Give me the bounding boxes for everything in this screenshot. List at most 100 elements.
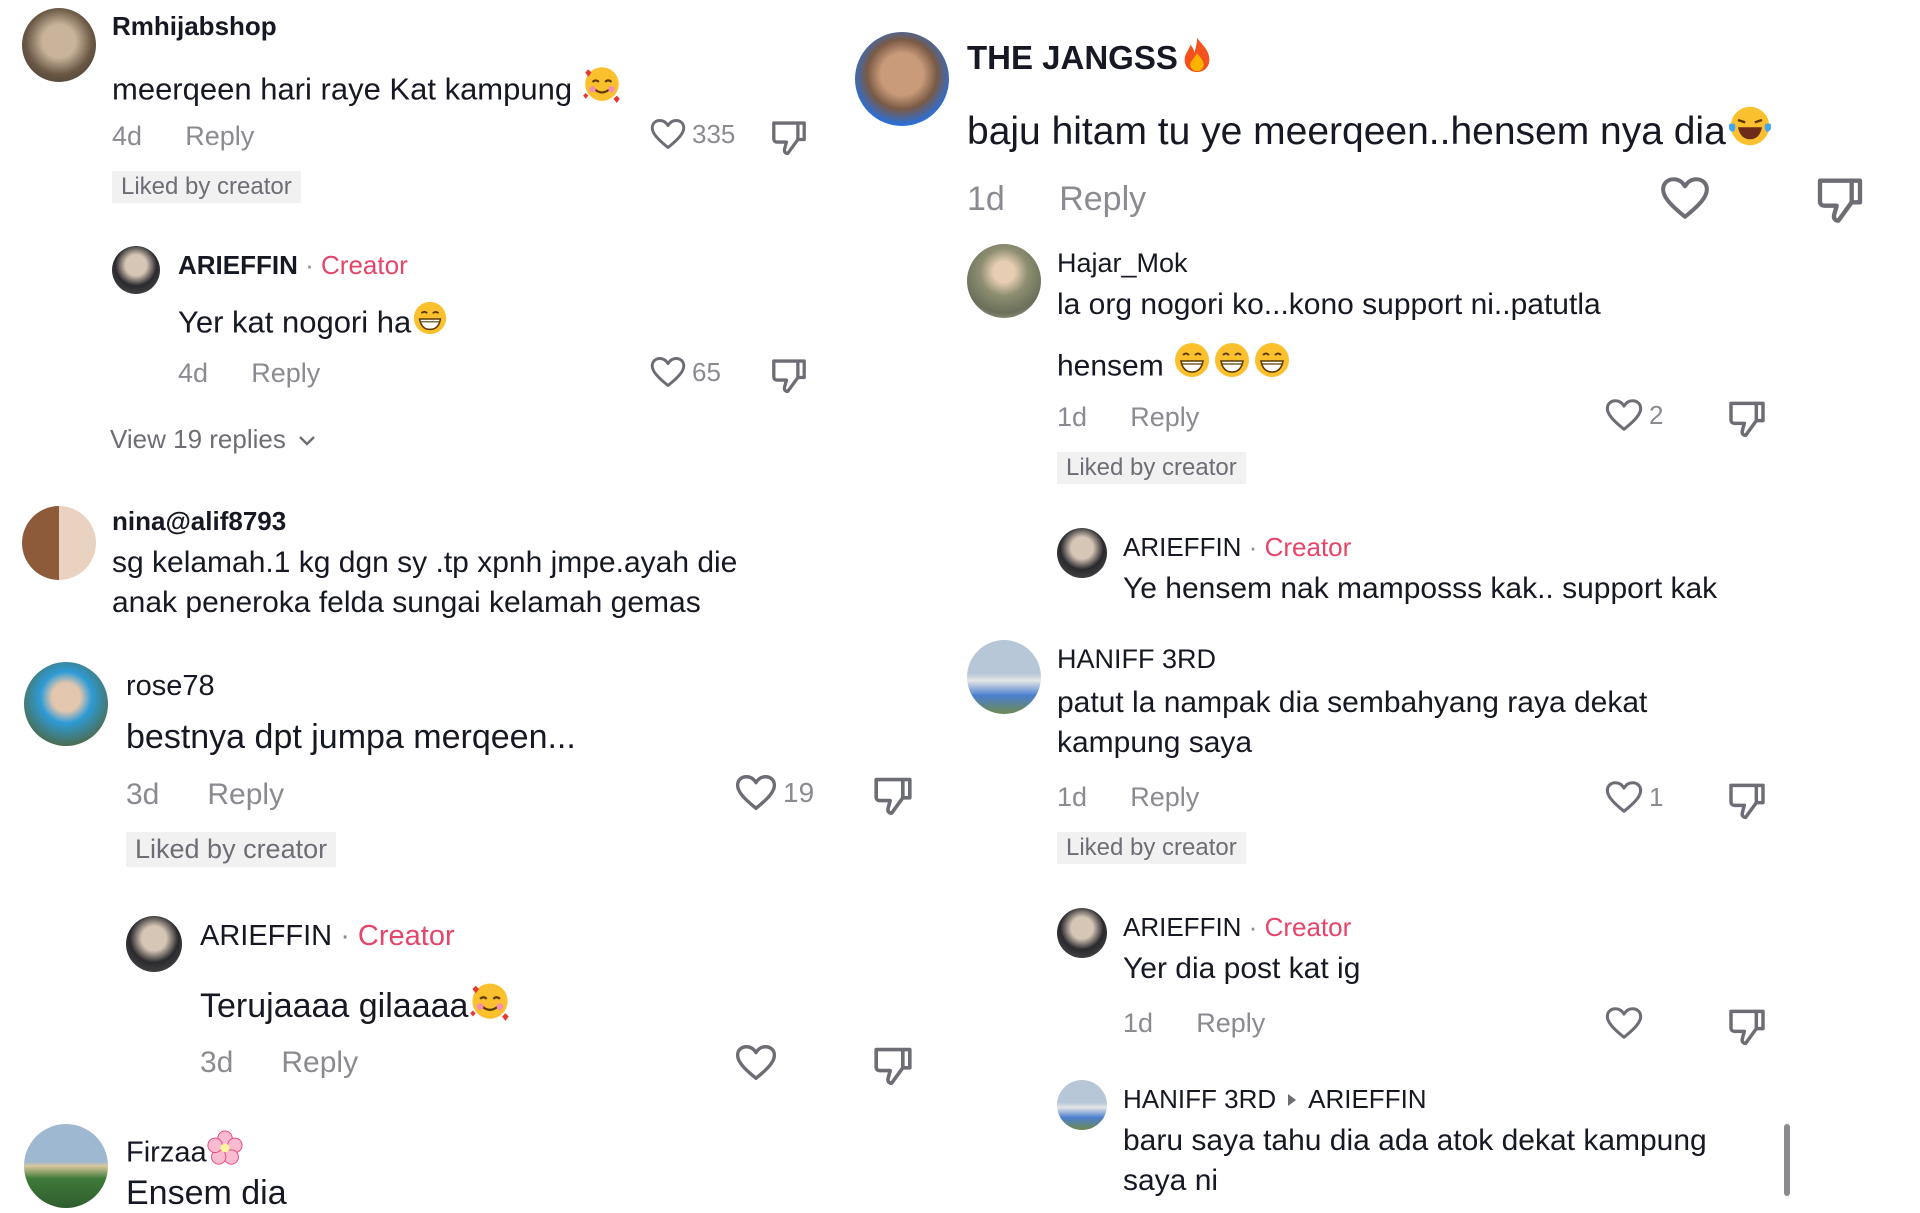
comment-username[interactable]: Rmhijabshop (112, 11, 277, 42)
avatar[interactable] (22, 506, 96, 580)
reply-text: Yer kat nogori ha (178, 299, 449, 340)
comment-text-line-2: hensem (1057, 340, 1292, 384)
smiling-face-with-hearts-icon (468, 978, 512, 1022)
creator-tag: Creator (1264, 532, 1352, 562)
reply-button[interactable]: Reply (185, 121, 254, 151)
avatar[interactable] (967, 640, 1041, 714)
heart-outline-icon (735, 774, 777, 811)
reply-text: Yer dia post kat ig (1123, 952, 1361, 985)
thumbs-down-icon[interactable] (770, 118, 808, 156)
comment-text: Ensem dia (126, 1174, 287, 1212)
comment-meta: 1d Reply (967, 180, 1146, 219)
reply-text-line-1: baru saya tahu dia ada atok dekat kampun… (1123, 1124, 1707, 1157)
reply-username-text[interactable]: ARIEFFIN (200, 920, 332, 952)
comment-age: 1d (1057, 782, 1088, 812)
comment-age: 1d (1057, 402, 1088, 432)
reply-age: 4d (178, 358, 209, 388)
avatar[interactable] (22, 8, 96, 82)
reply-meta: 3d Reply (200, 1046, 358, 1080)
creator-tag: Creator (1264, 912, 1352, 942)
avatar[interactable] (855, 32, 949, 126)
cherry-blossom-icon (207, 1130, 243, 1166)
reply-target-username[interactable]: ARIEFFIN (1308, 1084, 1426, 1114)
comment-panel-4: THE JANGSS baju hitam tu ye meerqeen..he… (845, 0, 1920, 236)
comment-username[interactable]: Hajar_Mok (1057, 248, 1188, 279)
thumbs-down-icon[interactable] (1727, 398, 1767, 438)
like-count: 335 (692, 118, 736, 149)
comment-text-line-2: anak peneroka felda sungai kelamah gemas (112, 586, 701, 619)
reply-button[interactable]: Reply (1130, 782, 1199, 812)
like-button[interactable]: 2 (1605, 398, 1663, 432)
comment-username: Firzaa (126, 1130, 243, 1170)
comment-username-text[interactable]: Firzaa (126, 1137, 207, 1169)
thumbs-down-icon[interactable] (1727, 780, 1767, 820)
thumbs-down-icon[interactable] (872, 774, 914, 816)
reply-username-text[interactable]: ARIEFFIN (1123, 912, 1241, 942)
reply-text: Terujaaaa gilaaaa (200, 978, 512, 1026)
like-button[interactable] (735, 1044, 777, 1081)
comment-username[interactable]: HANIFF 3RD (1057, 644, 1216, 675)
liked-by-creator-badge: Liked by creator (1057, 832, 1246, 864)
comment-text-line-2: kampung saya (1057, 726, 1253, 759)
reply-button[interactable]: Reply (1196, 1008, 1265, 1038)
separator: · (1248, 532, 1258, 562)
grinning-face-icon (1252, 340, 1292, 380)
reply-username-text[interactable]: ARIEFFIN (1123, 532, 1241, 562)
like-button[interactable]: 1 (1605, 780, 1663, 814)
thumbs-down-icon[interactable] (770, 356, 808, 394)
comment-username[interactable]: rose78 (126, 670, 215, 703)
comment-meta: 3d Reply (126, 778, 284, 812)
avatar[interactable] (112, 246, 160, 294)
avatar[interactable] (126, 916, 182, 972)
avatar[interactable] (1057, 1080, 1107, 1130)
grinning-face-icon (1212, 340, 1252, 380)
comment-panel-3: rose78 bestnya dpt jumpa merqeen... 3d Re… (0, 648, 925, 1213)
smiling-face-with-hearts-icon (581, 62, 623, 104)
avatar[interactable] (1057, 528, 1107, 578)
like-count: 65 (692, 356, 721, 387)
comment-text: bestnya dpt jumpa merqeen... (126, 718, 576, 756)
comment-username-text[interactable]: THE JANGSS (967, 39, 1178, 76)
comment-panel-5: Hajar_Mok la org nogori ko...kono suppor… (945, 236, 1920, 1213)
view-replies-button[interactable]: View 19 replies (110, 424, 317, 455)
avatar[interactable] (24, 1124, 108, 1208)
comment-text-body: baju hitam tu ye meerqeen..hensem nya di… (967, 110, 1726, 154)
avatar[interactable] (967, 244, 1041, 318)
reply-button[interactable]: Reply (251, 358, 320, 388)
reply-age: 1d (1123, 1008, 1154, 1038)
comment-text-line-1: patut la nampak dia sembahyang raya deka… (1057, 686, 1648, 719)
comment-meta: 4d Reply (112, 121, 254, 152)
comment-username[interactable]: nina@alif8793 (112, 506, 286, 537)
comment-age: 1d (967, 180, 1005, 218)
comment-username: THE JANGSS (967, 36, 1216, 77)
reply-text-body: Terujaaaa gilaaaa (200, 986, 469, 1025)
reply-text-body: Yer kat nogori ha (178, 304, 412, 340)
like-button[interactable]: 65 (650, 356, 721, 388)
like-button[interactable] (1660, 176, 1710, 220)
like-button[interactable]: 335 (650, 118, 735, 150)
reply-username: ARIEFFIN · Creator (1123, 912, 1351, 943)
liked-by-creator-badge: Liked by creator (1057, 452, 1246, 484)
thumbs-down-icon[interactable] (1727, 1006, 1767, 1046)
heart-outline-icon (1605, 398, 1643, 432)
avatar[interactable] (24, 662, 108, 746)
reply-username-text[interactable]: HANIFF 3RD (1123, 1084, 1276, 1114)
heart-outline-icon (1605, 1006, 1643, 1040)
heart-outline-icon (1660, 176, 1710, 220)
like-button[interactable] (1605, 1006, 1643, 1040)
reply-arrow-icon (1288, 1094, 1297, 1106)
avatar[interactable] (1057, 908, 1107, 958)
reply-button[interactable]: Reply (1059, 180, 1146, 218)
comment-text-body: meerqeen hari raye Kat kampung (112, 71, 573, 107)
like-button[interactable]: 19 (735, 774, 814, 811)
thumbs-down-icon[interactable] (872, 1044, 914, 1086)
heart-outline-icon (650, 356, 686, 388)
reply-username-text[interactable]: ARIEFFIN (178, 250, 298, 280)
reply-button[interactable]: Reply (281, 1046, 358, 1079)
comment-text: meerqeen hari raye Kat kampung (112, 62, 623, 107)
scrollbar[interactable] (1784, 1124, 1790, 1196)
reply-button[interactable]: Reply (1130, 402, 1199, 432)
reply-button[interactable]: Reply (207, 778, 284, 811)
thumbs-down-icon[interactable] (1815, 174, 1865, 224)
comment-panel-2: nina@alif8793 sg kelamah.1 kg dgn sy .tp… (0, 500, 840, 648)
